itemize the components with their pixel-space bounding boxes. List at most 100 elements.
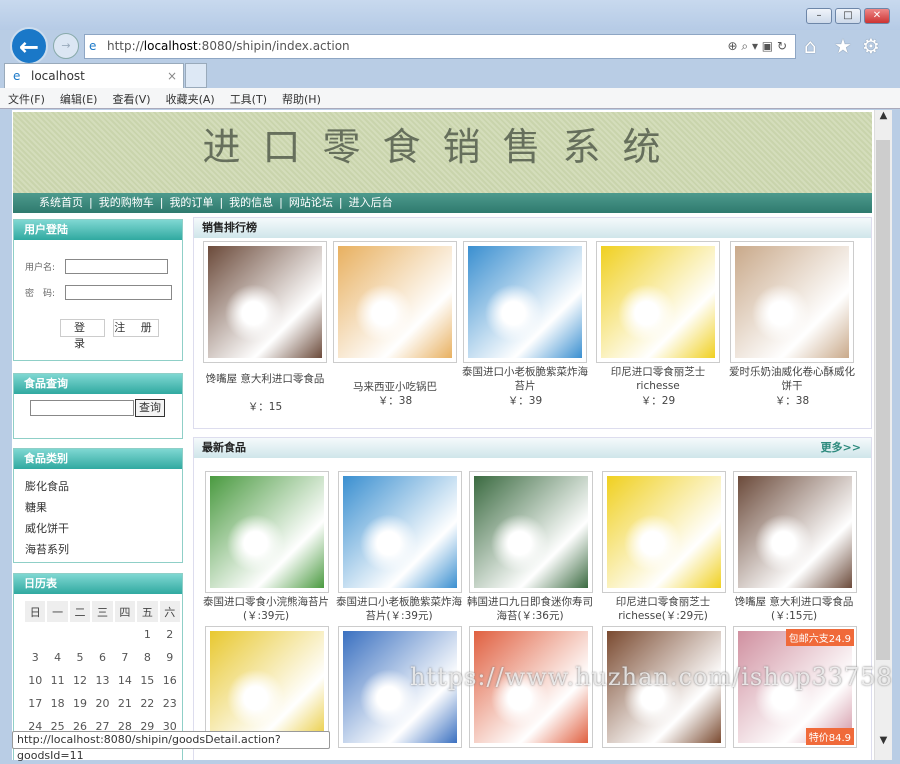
product-price: ￥：39: [507, 395, 543, 407]
tab-localhost[interactable]: e localhost ×: [4, 63, 184, 88]
register-button[interactable]: 注 册: [113, 319, 159, 337]
calendar-table: 日一二三四五六 1 2 3 4 5 6 7 8 9 10 11 12 13 14 15 16 17 18 19 20 21…: [23, 599, 182, 739]
product-image[interactable]: [733, 471, 857, 593]
calendar-day[interactable]: 14: [115, 670, 135, 691]
favorites-star-icon[interactable]: ★: [834, 34, 852, 58]
calendar-day[interactable]: 3: [25, 647, 45, 668]
site-banner: 进口零食销售系统: [13, 112, 872, 193]
calendar-day[interactable]: 12: [70, 670, 90, 691]
nav-link[interactable]: 我的订单: [169, 196, 213, 209]
close-window-button[interactable]: ✕: [864, 8, 890, 24]
nav-link[interactable]: 进入后台: [349, 196, 393, 209]
nav-link[interactable]: 系统首页: [39, 196, 83, 209]
product-name[interactable]: 印尼进口零食丽芝士richesse(￥:29元): [598, 595, 728, 623]
calendar-day[interactable]: 23: [160, 693, 180, 714]
calendar-day[interactable]: 7: [115, 647, 135, 668]
calendar-day[interactable]: 2: [160, 624, 180, 645]
menu-bar: 文件(F) 编辑(E) 查看(V) 收藏夹(A) 工具(T) 帮助(H): [0, 88, 900, 109]
nav-separator: |: [219, 196, 224, 209]
calendar-day[interactable]: 10: [25, 670, 45, 691]
nav-link[interactable]: 我的购物车: [99, 196, 154, 209]
promo-badge: 包邮六支24.9: [785, 629, 854, 646]
calendar-day[interactable]: 4: [47, 647, 67, 668]
product-image[interactable]: [205, 471, 329, 593]
nav-link[interactable]: 我的信息: [229, 196, 273, 209]
ie-icon: e: [13, 69, 21, 83]
password-input[interactable]: [65, 285, 172, 300]
new-tab-button[interactable]: [185, 63, 207, 88]
menu-item[interactable]: 文件(F): [0, 88, 52, 107]
product-name[interactable]: 爱时乐奶油威化卷心酥威化饼干: [727, 365, 857, 393]
home-icon[interactable]: ⌂: [804, 34, 817, 58]
category-link[interactable]: 威化饼干: [25, 518, 182, 539]
product-price: ￥：38: [377, 395, 413, 407]
product-image[interactable]: [469, 471, 593, 593]
product-name[interactable]: 泰国进口小老板脆紫菜炸海苔片: [460, 365, 590, 393]
product-image[interactable]: [730, 241, 854, 363]
calendar-day: [70, 624, 90, 645]
product-name[interactable]: 泰国进口零食小浣熊海苔片(￥:39元): [201, 595, 331, 623]
product-price: ￥：29: [640, 395, 676, 407]
search-panel: 食品查询 查询: [13, 373, 183, 439]
calendar-day[interactable]: 8: [137, 647, 157, 668]
weekday-header: 六: [159, 601, 180, 622]
nav-separator: |: [89, 196, 93, 209]
calendar-day[interactable]: 13: [92, 670, 112, 691]
product-name[interactable]: 馋嘴屋 意大利进口零食品(￥:15元): [729, 595, 859, 623]
status-url-tooltip: http://localhost:8080/shipin/goodsDetail…: [12, 731, 330, 762]
menu-item[interactable]: 收藏夹(A): [158, 88, 222, 107]
address-bar[interactable]: e http://localhost:8080/shipin/index.acti…: [84, 34, 796, 59]
tab-close-icon[interactable]: ×: [167, 64, 177, 88]
product-image[interactable]: [596, 241, 720, 363]
more-link[interactable]: 更多>>: [821, 438, 861, 458]
minimize-button[interactable]: –: [806, 8, 832, 24]
product-name[interactable]: 马来西亚小吃锅巴: [330, 380, 460, 394]
category-link[interactable]: 膨化食品: [25, 476, 182, 497]
search-button[interactable]: 查询: [135, 399, 165, 417]
calendar-day[interactable]: 20: [92, 693, 112, 714]
menu-item[interactable]: 帮助(H): [274, 88, 328, 107]
category-link[interactable]: 糖果: [25, 497, 182, 518]
calendar-day[interactable]: 5: [70, 647, 90, 668]
product-image[interactable]: [203, 241, 327, 363]
calendar-title: 日历表: [14, 574, 182, 594]
login-panel: 用户登陆 用户名: 密 码: 登 录 注 册: [13, 219, 183, 361]
product-name[interactable]: 馋嘴屋 意大利进口零食品: [200, 372, 330, 386]
product-image[interactable]: [333, 241, 457, 363]
calendar-day[interactable]: 9: [160, 647, 180, 668]
calendar-day[interactable]: 6: [92, 647, 112, 668]
price-badge: 特价84.9: [805, 728, 854, 745]
product-image[interactable]: [338, 471, 462, 593]
product-image[interactable]: [205, 626, 329, 748]
settings-gear-icon[interactable]: ⚙: [862, 34, 880, 58]
calendar-day[interactable]: 16: [160, 670, 180, 691]
menu-item[interactable]: 编辑(E): [52, 88, 105, 107]
maximize-button[interactable]: □: [835, 8, 861, 24]
search-input[interactable]: [30, 400, 134, 416]
calendar-day[interactable]: 1: [137, 624, 157, 645]
calendar-day[interactable]: 11: [47, 670, 67, 691]
forward-button[interactable]: →: [53, 33, 79, 59]
product-image[interactable]: [602, 471, 726, 593]
calendar-day[interactable]: 17: [25, 693, 45, 714]
product-price: ￥：38: [774, 395, 810, 407]
calendar-day[interactable]: 19: [70, 693, 90, 714]
username-input[interactable]: [65, 259, 168, 274]
weekday-header: 日: [25, 601, 46, 622]
category-link[interactable]: 海苔系列: [25, 539, 182, 560]
calendar-day[interactable]: 18: [47, 693, 67, 714]
calendar-day[interactable]: 22: [137, 693, 157, 714]
scrollbar-thumb[interactable]: [876, 140, 890, 660]
menu-item[interactable]: 工具(T): [222, 88, 274, 107]
ie-icon: e: [89, 39, 97, 53]
back-button[interactable]: ←: [10, 27, 48, 65]
calendar-day[interactable]: 21: [115, 693, 135, 714]
nav-link[interactable]: 网站论坛: [289, 196, 333, 209]
menu-item[interactable]: 查看(V): [104, 88, 157, 107]
login-button[interactable]: 登 录: [60, 319, 105, 350]
product-name[interactable]: 韩国进口九日即食迷你寿司海苔(￥:36元): [465, 595, 595, 623]
product-image[interactable]: [463, 241, 587, 363]
product-name[interactable]: 泰国进口小老板脆紫菜炸海苔片(￥:39元): [334, 595, 464, 623]
calendar-day[interactable]: 15: [137, 670, 157, 691]
product-name[interactable]: 印尼进口零食丽芝士richesse: [593, 365, 723, 393]
